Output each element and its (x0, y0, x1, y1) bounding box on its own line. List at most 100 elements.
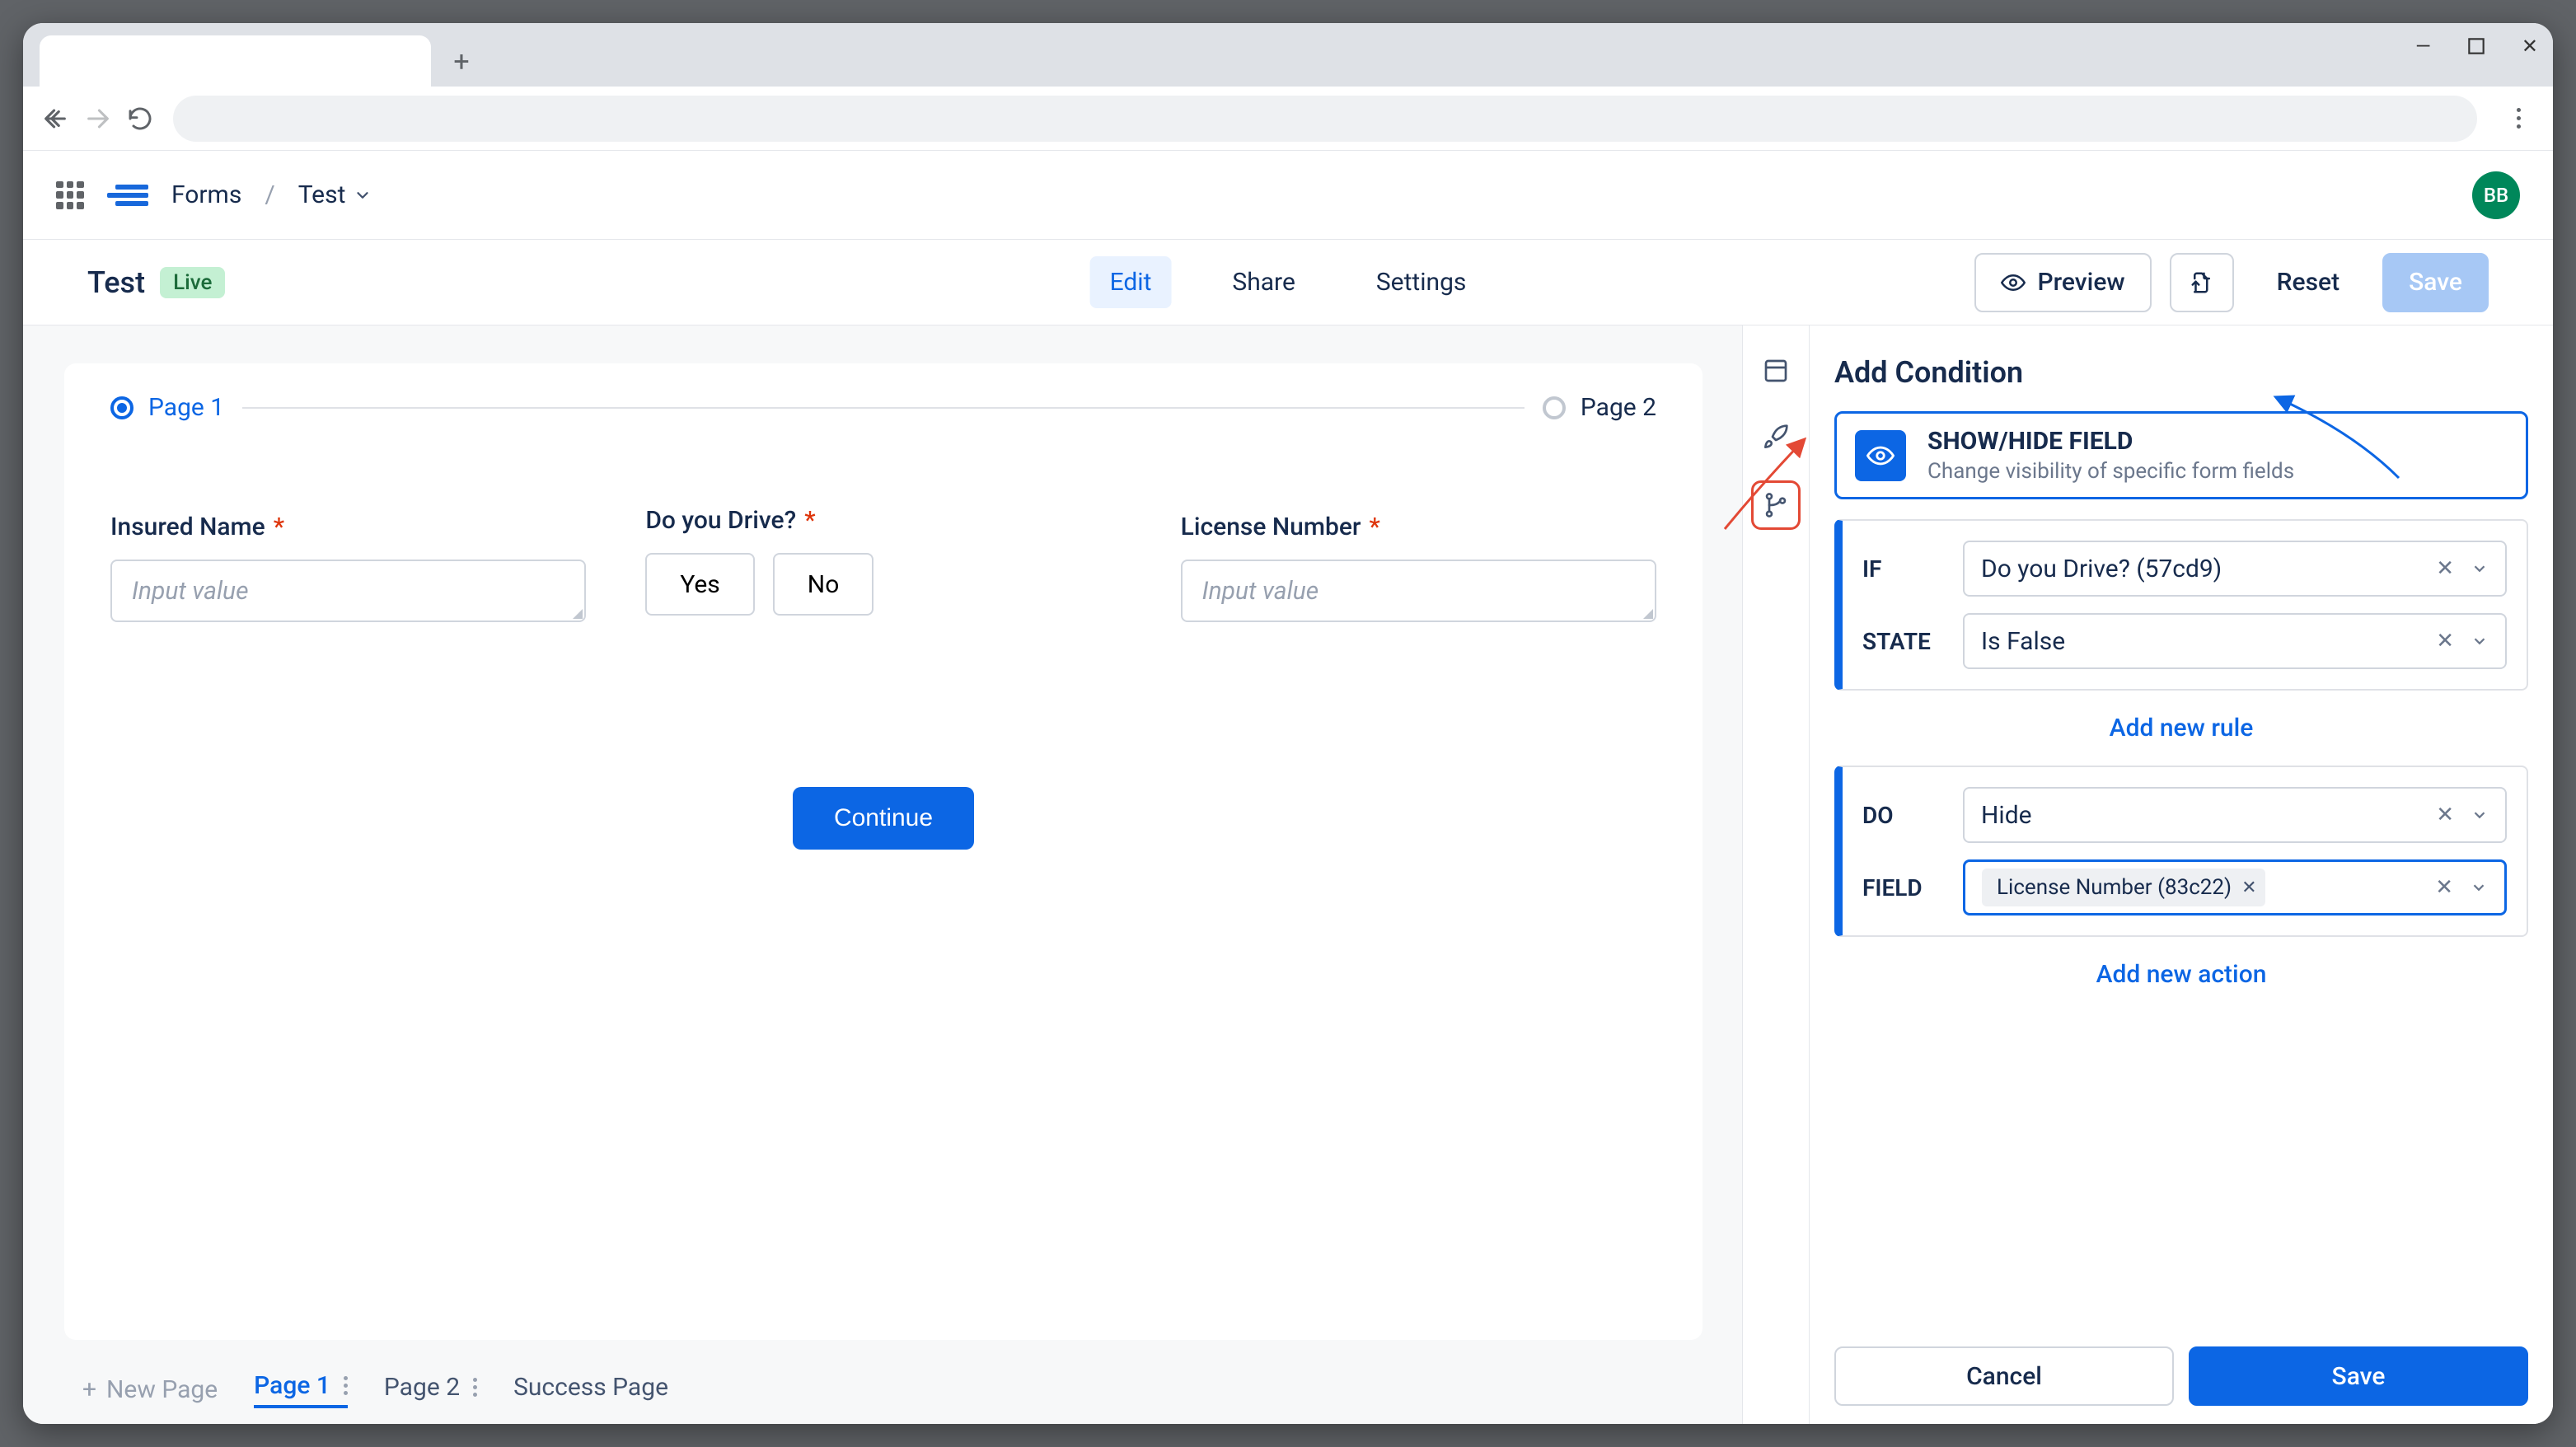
footer-tab-page-1[interactable]: Page 1 (254, 1371, 348, 1408)
tab-settings[interactable]: Settings (1356, 256, 1487, 308)
conditions-panel: Add Condition SHOW/HIDE FIELD Change vis… (1810, 325, 2553, 1424)
do-select[interactable]: Hide ✕ (1963, 787, 2507, 843)
new-page-label: New Page (106, 1375, 218, 1404)
footer-tab-page-2[interactable]: Page 2 (384, 1373, 477, 1407)
required-asterisk: * (804, 506, 815, 535)
do-label: DO (1862, 802, 1945, 829)
clear-icon[interactable]: ✕ (2428, 556, 2462, 581)
back-button[interactable] (41, 105, 69, 133)
breadcrumb-forms[interactable]: Forms (171, 180, 241, 209)
field-label: Insured Name* (110, 513, 586, 541)
field-license-number: License Number* Input value (1181, 513, 1656, 622)
breadcrumb-test-dropdown[interactable]: Test (298, 180, 372, 209)
url-bar[interactable] (173, 96, 2477, 142)
preview-button[interactable]: Preview (1974, 253, 2151, 312)
if-rule-card: IF Do you Drive? (57cd9) ✕ STATE Is Fals… (1834, 519, 2528, 691)
form-title: Test (87, 265, 145, 300)
radio-empty-icon (1543, 396, 1566, 419)
field-chip: License Number (83c22) ✕ (1982, 869, 2265, 906)
reload-button[interactable] (127, 105, 153, 132)
footer-tab-label: Success Page (513, 1373, 668, 1402)
more-icon[interactable] (344, 1376, 348, 1395)
rail-layout-button[interactable] (1754, 349, 1798, 393)
reset-button[interactable]: Reset (2252, 253, 2364, 312)
forward-button (84, 105, 112, 133)
condition-type-title: SHOW/HIDE FIELD (1927, 427, 2294, 456)
footer-tab-success[interactable]: Success Page (513, 1373, 668, 1407)
panel-title: Add Condition (1834, 355, 2528, 390)
if-label: IF (1862, 555, 1945, 583)
insured-name-input[interactable]: Input value (110, 560, 586, 622)
stepper-page-2[interactable]: Page 2 (1543, 393, 1656, 422)
clear-icon[interactable]: ✕ (2427, 875, 2461, 900)
cancel-button[interactable]: Cancel (1834, 1346, 2174, 1406)
form-card: Page 1 Page 2 Insured Name* Input value (64, 363, 1703, 1340)
state-select[interactable]: Is False ✕ (1963, 613, 2507, 669)
stepper-page-1-label: Page 1 (148, 393, 224, 422)
browser-tabstrip: + — ✕ (23, 23, 2553, 87)
eye-icon (2001, 270, 2026, 295)
stepper-page-1[interactable]: Page 1 (110, 393, 224, 422)
state-row: STATE Is False ✕ (1862, 613, 2507, 669)
app-header: Forms / Test BB (23, 151, 2553, 240)
condition-type-card[interactable]: SHOW/HIDE FIELD Change visibility of spe… (1834, 411, 2528, 499)
clear-icon[interactable]: ✕ (2428, 629, 2462, 653)
right-rail (1742, 325, 1810, 1424)
branch-icon (1763, 492, 1789, 518)
plus-icon: + (82, 1375, 96, 1404)
chevron-down-icon (2471, 560, 2489, 578)
more-icon[interactable] (473, 1378, 477, 1397)
chip-remove-icon[interactable]: ✕ (2241, 878, 2256, 898)
field-label: Do you Drive?* (645, 506, 1121, 535)
status-badge: Live (160, 267, 225, 298)
license-number-input[interactable]: Input value (1181, 560, 1656, 622)
add-new-action-link[interactable]: Add new action (1834, 960, 2528, 989)
select-value: Is False (1981, 627, 2419, 656)
chevron-down-icon (2471, 806, 2489, 824)
field-label: FIELD (1862, 874, 1945, 901)
select-value: Do you Drive? (57cd9) (1981, 555, 2419, 583)
if-field-select[interactable]: Do you Drive? (57cd9) ✕ (1963, 541, 2507, 597)
field-multiselect[interactable]: License Number (83c22) ✕ ✕ (1963, 859, 2507, 915)
field-insured-name: Insured Name* Input value (110, 513, 586, 622)
if-row: IF Do you Drive? (57cd9) ✕ (1862, 541, 2507, 597)
stepper-page-2-label: Page 2 (1581, 393, 1656, 422)
yes-button[interactable]: Yes (645, 553, 754, 616)
required-asterisk: * (274, 513, 284, 541)
new-tab-button[interactable]: + (441, 37, 482, 87)
required-asterisk: * (1370, 513, 1380, 541)
maximize-button[interactable] (2466, 35, 2487, 57)
avatar[interactable]: BB (2472, 171, 2520, 219)
rail-conditions-button[interactable] (1751, 480, 1801, 530)
app-switcher-icon[interactable] (56, 181, 84, 209)
eye-icon (1855, 430, 1906, 481)
clear-icon[interactable]: ✕ (2428, 803, 2462, 827)
file-export-icon (2190, 270, 2214, 295)
field-row: FIELD License Number (83c22) ✕ ✕ (1862, 859, 2507, 915)
save-button: Save (2382, 253, 2489, 312)
tab-share[interactable]: Share (1212, 256, 1314, 308)
browser-tab[interactable] (40, 35, 431, 87)
condition-type-subtitle: Change visibility of specific form field… (1927, 459, 2294, 484)
add-new-rule-link[interactable]: Add new rule (1834, 714, 2528, 742)
new-page-button[interactable]: + New Page (82, 1375, 218, 1404)
window-controls: — ✕ (2415, 23, 2538, 69)
footer-tab-label: Page 1 (254, 1371, 330, 1400)
browser-menu-button[interactable] (2502, 108, 2535, 129)
preview-label: Preview (2037, 268, 2124, 297)
panel-save-button[interactable]: Save (2189, 1346, 2528, 1406)
form-toolbar: Test Live Edit Share Settings Preview Re… (23, 240, 2553, 325)
minimize-button[interactable]: — (2415, 35, 2431, 58)
close-window-button[interactable]: ✕ (2522, 35, 2538, 58)
no-button[interactable]: No (773, 553, 874, 616)
app-logo-icon[interactable] (107, 185, 148, 206)
chip-label: License Number (83c22) (1997, 875, 2232, 900)
continue-button[interactable]: Continue (793, 787, 974, 850)
rocket-icon (1763, 424, 1789, 450)
do-row: DO Hide ✕ (1862, 787, 2507, 843)
tab-edit[interactable]: Edit (1090, 256, 1172, 308)
export-button[interactable] (2170, 253, 2234, 312)
breadcrumb-test-label: Test (298, 180, 346, 209)
browser-nav-bar (23, 87, 2553, 151)
rail-style-button[interactable] (1754, 414, 1798, 459)
